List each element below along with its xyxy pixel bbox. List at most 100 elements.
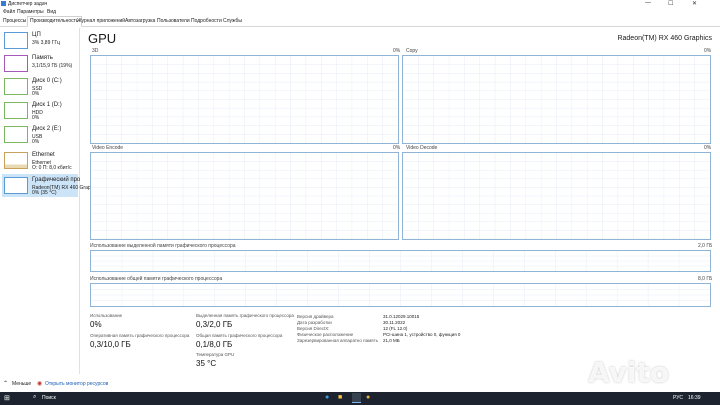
info-key: Версия DirectX: — [297, 326, 330, 331]
device-name: Radeon(TM) RX 460 Graphics — [617, 35, 712, 42]
tab-startup[interactable]: Автозагрузка — [123, 17, 157, 26]
sidebar: ЦП 3% 3,89 ГГц Память 3,1/15,9 ГБ (19%) … — [0, 28, 91, 374]
menu-file[interactable]: Файл — [3, 9, 15, 15]
graph-3d[interactable] — [90, 55, 399, 144]
info-value: 12 (FL 12.0) — [383, 326, 408, 331]
sidebar-item-disk2[interactable]: Диск 2 (E:) USB 0% — [2, 123, 78, 146]
graph-dedicated-memory[interactable] — [90, 250, 711, 272]
graph-encode-label: Video Encode — [92, 145, 124, 151]
taskbar: ⊞ ⌕ Поиск ● ■ ● РУС 16:39 — [0, 392, 720, 405]
sidebar-item-label: ЦП — [32, 32, 41, 38]
shared-memory-grid — [91, 284, 710, 306]
sidebar-item-detail: 3% 3,89 ГГц — [32, 40, 61, 46]
menu-view[interactable]: Вид — [47, 9, 56, 15]
shared-memory-stat-label: Общая память графического процессора — [196, 333, 283, 338]
info-key: Физическое расположение — [297, 332, 354, 337]
clock[interactable]: 16:39 — [688, 395, 701, 401]
memory-thumbnail — [4, 55, 28, 72]
graph-3d-grid — [91, 56, 398, 143]
dedicated-memory-grid — [91, 251, 710, 271]
avito-watermark: Avito — [588, 356, 669, 389]
sidebar-item-label: Диск 1 (D:) — [32, 102, 62, 108]
ethernet-thumbnail — [4, 152, 28, 169]
graph-copy[interactable] — [402, 55, 711, 144]
shared-memory-label: Использование общей памяти графического … — [90, 276, 223, 282]
tab-services[interactable]: Службы — [221, 17, 244, 26]
chrome-icon[interactable]: ● — [366, 394, 370, 401]
graph-copy-label: Copy — [406, 48, 418, 54]
dedicated-memory-stat-value: 0,3/2,0 ГБ — [196, 320, 233, 329]
edge-icon[interactable]: ● — [325, 394, 329, 401]
fewer-details-icon[interactable]: ⌃ — [3, 380, 8, 387]
sidebar-item-disk1[interactable]: Диск 1 (D:) HDD 0% — [2, 99, 78, 122]
info-key: Дата разработки — [297, 320, 332, 325]
disk2-thumbnail — [4, 126, 28, 143]
explorer-icon[interactable]: ■ — [338, 394, 342, 401]
utilization-label: Использование — [90, 313, 123, 318]
info-value: 21,0 МБ — [383, 338, 400, 343]
utilization-value: 0% — [90, 320, 102, 329]
gpu-panel: GPU Radeon(TM) RX 460 Graphics 3D 0% Cop… — [84, 28, 720, 374]
watermark-text: Avito — [588, 356, 670, 389]
task-manager-icon[interactable] — [352, 393, 361, 403]
info-value: PCI-шина 1, устройство 0, функция 0 — [383, 332, 461, 337]
info-value: 31.0.12029.10015 — [383, 314, 420, 319]
shared-memory-stat-value: 0,1/8,0 ГБ — [196, 340, 233, 349]
disk0-thumbnail — [4, 78, 28, 95]
tab-bar: Процессы Производительность Журнал прило… — [0, 16, 720, 27]
sidebar-item-gpu[interactable]: Графический про Radeon(TM) RX 460 Grap 0… — [2, 174, 91, 197]
graph-video-decode[interactable] — [402, 152, 711, 240]
sidebar-item-detail: 3,1/15,9 ГБ (19%) — [32, 63, 73, 69]
sidebar-item-label: Диск 2 (E:) — [32, 126, 62, 132]
sidebar-item-disk0[interactable]: Диск 0 (C:) SSD 0% — [2, 75, 78, 98]
start-icon[interactable]: ⊞ — [4, 394, 10, 402]
graph-3d-label: 3D — [92, 48, 99, 54]
sidebar-item-label: Ethernet — [32, 152, 55, 158]
tab-performance[interactable]: Производительность — [27, 16, 82, 27]
tab-users[interactable]: Пользователи — [155, 17, 192, 26]
taskbar-search-label[interactable]: Поиск — [42, 395, 56, 401]
search-icon[interactable]: ⌕ — [33, 394, 36, 401]
gpu-thumbnail — [4, 177, 28, 194]
gpu-temperature-label: Температура GPU — [196, 352, 235, 357]
minimize-icon[interactable]: — — [645, 0, 651, 6]
sidebar-item-memory[interactable]: Память 3,1/15,9 ГБ (19%) — [2, 52, 78, 75]
sidebar-item-label: Графический про — [32, 177, 81, 183]
sidebar-item-usage: 0% — [32, 139, 40, 145]
resource-monitor-icon: ◉ — [37, 381, 43, 387]
close-icon[interactable]: ✕ — [692, 0, 697, 7]
maximize-icon[interactable]: ☐ — [668, 0, 673, 7]
dedicated-memory-label: Использование выделенной памяти графичес… — [90, 243, 236, 249]
sidebar-item-usage: 0% (35 °C) — [32, 190, 57, 196]
app-icon — [1, 1, 6, 6]
sidebar-item-label: Диск 0 (C:) — [32, 78, 62, 84]
page-title: GPU — [88, 31, 117, 46]
graph-video-encode[interactable] — [90, 152, 399, 240]
sidebar-item-cpu[interactable]: ЦП 3% 3,89 ГГц — [2, 29, 78, 52]
total-memory-value: 0,3/10,0 ГБ — [90, 340, 131, 349]
language-indicator[interactable]: РУС — [673, 395, 683, 401]
fewer-details-link[interactable]: Меньше — [12, 381, 31, 387]
graph-encode-pct: 0% — [393, 145, 401, 151]
info-key: Версия драйвера — [297, 314, 334, 319]
graph-shared-memory[interactable] — [90, 283, 711, 307]
sidebar-item-ethernet[interactable]: Ethernet Ethernet О: 0 П: 8,0 кбит/с — [2, 149, 78, 172]
info-value: 30.11.2022 — [383, 320, 406, 325]
total-memory-label: Оперативная память графического процессо… — [90, 333, 190, 338]
window-title: Диспетчер задач — [8, 1, 48, 7]
driver-info: Версия драйвера 31.0.12029.10015 Дата ра… — [297, 314, 497, 350]
sidebar-item-usage: 0% — [32, 115, 40, 121]
open-resource-monitor-link[interactable]: Открыть монитор ресурсов — [45, 381, 108, 387]
graph-copy-pct: 0% — [704, 48, 712, 54]
graph-decode-grid — [403, 153, 710, 239]
sidebar-item-label: Память — [32, 55, 53, 61]
tab-details[interactable]: Подробности — [189, 17, 224, 26]
graph-decode-pct: 0% — [704, 145, 712, 151]
menu-options[interactable]: Параметры — [17, 9, 44, 15]
tab-processes[interactable]: Процессы — [1, 17, 28, 26]
disk1-thumbnail — [4, 102, 28, 119]
dedicated-memory-stat-label: Выделенная память графического процессор… — [196, 313, 294, 318]
tab-app-history[interactable]: Журнал приложений — [75, 17, 127, 26]
info-key: Зарезервированная аппаратно память — [297, 338, 379, 343]
sidebar-item-usage: О: 0 П: 8,0 кбит/с — [32, 165, 72, 171]
